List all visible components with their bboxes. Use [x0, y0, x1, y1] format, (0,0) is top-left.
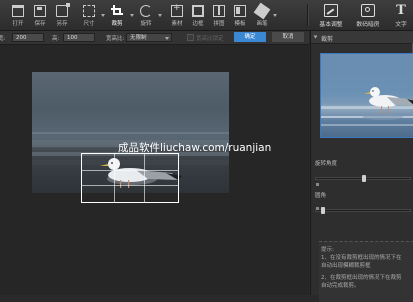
folder-open-icon [12, 5, 24, 17]
ratio-label: 宽高比: [106, 36, 125, 42]
frame-button[interactable]: 边框 [187, 0, 209, 30]
collapse-caret-icon [313, 35, 318, 39]
corner-radius-slider[interactable] [315, 207, 411, 214]
puzzle-label: 拼图 [213, 21, 225, 27]
darkroom-button[interactable]: 数码暗房 [350, 0, 386, 30]
puzzle-icon [213, 5, 225, 17]
frame-icon [192, 5, 204, 17]
open-label: 打开 [12, 21, 24, 27]
height-field[interactable]: 100 [63, 33, 95, 42]
crop-button[interactable]: 裁剪 [106, 0, 128, 30]
rotate-icon [140, 5, 152, 17]
text-icon: T [396, 3, 406, 18]
ratio-select[interactable]: 无限制 [126, 33, 172, 42]
puzzle-button[interactable]: 拼图 [208, 0, 230, 30]
corner-min-tick [316, 207, 319, 210]
watermark-text: 成品软件liuchaw.com/ruanjian [118, 142, 272, 154]
rotation-slider-handle[interactable] [362, 175, 366, 182]
brush-icon [253, 2, 271, 20]
adjust-icon [324, 4, 338, 17]
crop-options-bar: 宽: 200 高: 100 宽高比: 无限制 宽高比锁定 确定 取消 [0, 31, 309, 45]
rotation-angle-slider[interactable] [315, 175, 411, 182]
rotate-dropdown-caret[interactable] [158, 14, 162, 17]
width-field[interactable]: 200 [12, 33, 44, 42]
corner-radius-label: 圆角 [315, 193, 327, 199]
toolbar-divider [307, 4, 309, 26]
material-button[interactable]: 素材 [166, 0, 188, 30]
save-as-button[interactable]: 另存 [51, 0, 73, 30]
width-label: 宽: [0, 36, 6, 42]
preview-seagull [321, 87, 413, 126]
panel-header[interactable]: 裁剪 [311, 31, 413, 44]
add-material-icon [171, 3, 183, 17]
crop-selection-box[interactable] [81, 153, 179, 203]
template-icon [234, 5, 246, 17]
crop-preview-image [320, 53, 413, 138]
cancel-button[interactable]: 取消 [272, 32, 304, 42]
resize-button[interactable]: 尺寸 [78, 0, 100, 30]
rotate-button[interactable]: 旋转 [135, 0, 157, 30]
main-toolbar: 打开 保存 另存 尺寸 裁剪 旋转 素材 边框 拼图 模板 画笔 [0, 0, 413, 31]
basic-adjust-label: 基本调整 [319, 22, 343, 28]
text-label: 文字 [395, 22, 407, 28]
template-label: 模板 [234, 21, 246, 27]
brush-dropdown-caret[interactable] [273, 14, 277, 17]
tip-line-3: 2、在裁剪框出现的情况下在裁剪 [321, 275, 402, 281]
lock-ratio-label: 宽高比锁定 [196, 36, 224, 42]
confirm-button[interactable]: 确定 [234, 32, 266, 42]
save-label: 保存 [34, 21, 46, 27]
crop-dropdown-caret[interactable] [130, 14, 134, 17]
crop-side-panel: 裁剪 旋转角度 圆角 提示: 1、在没有裁剪框出现的情况下在 自动出现模糊裁剪框 [310, 31, 413, 302]
rotation-angle-label: 旋转角度 [315, 161, 338, 167]
height-label: 高: [52, 36, 60, 42]
frame-label: 边框 [192, 21, 204, 27]
resize-icon [83, 5, 95, 17]
tip-line-4: 自动完成裁剪。 [321, 283, 360, 289]
camera-icon [361, 4, 375, 17]
resize-dropdown-caret[interactable] [101, 14, 105, 17]
tip-line-1: 1、在没有裁剪框出现的情况下在 [321, 255, 402, 261]
save-button[interactable]: 保存 [29, 0, 51, 30]
resize-label: 尺寸 [83, 21, 95, 27]
crop-icon [111, 5, 123, 17]
text-button[interactable]: T 文字 [389, 0, 413, 30]
panel-title: 裁剪 [321, 36, 334, 43]
brush-button[interactable]: 画笔 [251, 0, 273, 30]
darkroom-label: 数码暗房 [356, 22, 380, 28]
tips-box: 提示: 1、在没有裁剪框出现的情况下在 自动出现模糊裁剪框 2、在裁剪框出现的情… [319, 241, 413, 302]
corner-slider-handle[interactable] [321, 207, 325, 214]
save-icon [34, 5, 46, 17]
lock-ratio-checkbox[interactable] [187, 34, 194, 41]
template-button[interactable]: 模板 [229, 0, 251, 30]
save-as-label: 另存 [56, 21, 68, 27]
crop-label: 裁剪 [111, 21, 123, 27]
material-label: 素材 [171, 21, 183, 27]
rotate-label: 旋转 [140, 21, 152, 27]
tips-title: 提示: [321, 247, 334, 253]
save-as-icon [56, 3, 70, 17]
rotation-min-tick [316, 183, 319, 186]
open-button[interactable]: 打开 [7, 0, 29, 30]
brush-label: 画笔 [256, 21, 268, 27]
tip-line-2: 自动出现模糊裁剪框 [321, 263, 371, 269]
basic-adjust-button[interactable]: 基本调整 [313, 0, 349, 30]
